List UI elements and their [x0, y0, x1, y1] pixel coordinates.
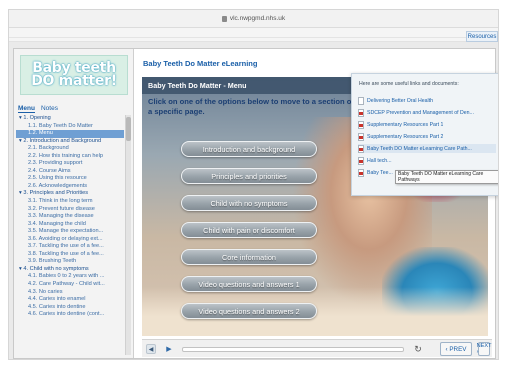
menu-item-1-1[interactable]: 1.1. Baby Teeth Do Matter — [16, 123, 124, 131]
document-icon — [358, 96, 364, 105]
resource-link[interactable]: Supplementary Resources Part 1 — [358, 120, 496, 129]
resource-label: SDCEP Prevention and Management of Den..… — [367, 109, 474, 116]
menu-item-4-5[interactable]: 4.5. Caries into dentine — [16, 304, 124, 312]
menu-item-3-1[interactable]: 3.1. Think in the long term — [16, 198, 124, 206]
menu-button-pain[interactable]: Child with pain or discomfort — [181, 222, 317, 238]
menu-button-principles[interactable]: Principles and priorities — [181, 168, 317, 184]
pdf-icon — [358, 168, 364, 177]
logo-line-2: DO matter! — [31, 73, 117, 89]
menu-tree: ▾ 1. Opening 1.1. Baby Teeth Do Matter 1… — [16, 115, 124, 355]
resource-label: Baby Tee... — [367, 169, 393, 176]
menu-item-2-3[interactable]: 2.3. Providing support — [16, 160, 124, 168]
pdf-icon — [358, 156, 364, 165]
menu-button-core-info[interactable]: Core information — [181, 249, 317, 265]
resource-link[interactable]: Delivering Better Oral Health — [358, 96, 496, 105]
menu-item-4-1[interactable]: 4.1. Babies 0 to 2 years with ... — [16, 273, 124, 281]
menu-item-4-6[interactable]: 4.6. Caries into dentine (cont... — [16, 311, 124, 319]
next-button[interactable]: NEXT › — [477, 342, 492, 356]
menu-item-1[interactable]: ▾ 1. Opening — [16, 115, 124, 123]
menu-button-label: Principles and priorities — [211, 171, 287, 181]
pdf-icon — [358, 120, 364, 129]
pdf-icon — [358, 144, 364, 153]
resource-tooltip: Baby Teeth DO Matter eLearning Care Path… — [395, 170, 498, 184]
browser-window: vlc.nwpgmd.nhs.uk Baby teeth DO matter! … — [8, 9, 499, 360]
address-bar[interactable]: vlc.nwpgmd.nhs.uk — [9, 10, 498, 28]
menu-item-3-5[interactable]: 3.5. Manage the expectation... — [16, 228, 124, 236]
resource-label: Delivering Better Oral Health — [367, 97, 434, 104]
menu-item-4[interactable]: ▾ 4. Child with no symptoms — [16, 266, 124, 274]
toolbar-strip — [9, 28, 498, 42]
tab-notes[interactable]: Notes — [41, 105, 58, 113]
menu-item-3-6[interactable]: 3.6. Avoiding or delaying ext... — [16, 236, 124, 244]
menu-button-label: Video questions and answers 2 — [198, 306, 300, 316]
pdf-icon — [358, 132, 364, 141]
sidebar-scrollbar[interactable] — [125, 115, 131, 355]
menu-header-title: Baby Teeth Do Matter - Menu — [148, 81, 247, 90]
menu-item-2-2[interactable]: 2.2. How this training can help — [16, 153, 124, 161]
menu-button-video-2[interactable]: Video questions and answers 2 — [181, 303, 317, 319]
resource-link[interactable]: Hall tech... — [358, 156, 496, 165]
pdf-icon — [358, 108, 364, 117]
tab-menu[interactable]: Menu — [18, 105, 35, 113]
resource-link[interactable]: Supplementary Resources Part 2 — [358, 132, 496, 141]
resource-label: Hall tech... — [367, 157, 392, 164]
menu-item-4-2[interactable]: 4.2. Care Pathway - Child wit... — [16, 281, 124, 289]
menu-item-2-5[interactable]: 2.5. Using this resource — [16, 175, 124, 183]
menu-item-2-6[interactable]: 2.6. Acknowledgements — [16, 183, 124, 191]
menu-button-label: Child with pain or discomfort — [203, 225, 295, 235]
lock-icon — [221, 16, 227, 22]
menu-button-label: Video questions and answers 1 — [198, 279, 300, 289]
menu-item-3-4[interactable]: 3.4. Managing the child — [16, 221, 124, 229]
menu-item-4-3[interactable]: 4.3. No caries — [16, 289, 124, 297]
resources-header: Here are some useful links and documents… — [359, 81, 459, 87]
sidebar-tabs: Menu Notes — [18, 105, 58, 113]
menu-item-1-2[interactable]: 1.2. Menu — [16, 130, 124, 138]
menu-item-3-3[interactable]: 3.3. Managing the disease — [16, 213, 124, 221]
resource-label: Baby Teeth DO Matter eLearning Care Path… — [367, 145, 472, 152]
menu-button-no-symptoms[interactable]: Child with no symptoms — [181, 195, 317, 211]
menu-item-2-1[interactable]: 2.1. Background — [16, 145, 124, 153]
reload-icon[interactable]: ↻ — [412, 343, 424, 355]
course-title: Baby Teeth Do Matter eLearning — [143, 59, 258, 68]
menu-item-3-2[interactable]: 3.2. Prevent future disease — [16, 206, 124, 214]
resource-label: Supplementary Resources Part 1 — [367, 121, 444, 128]
sidebar: Baby teeth DO matter! Menu Notes ▾ 1. Op… — [14, 49, 134, 358]
prev-button[interactable]: ‹ PREV — [440, 342, 472, 356]
resources-button[interactable]: Resources — [466, 31, 498, 42]
menu-item-4-4[interactable]: 4.4. Caries into enamel — [16, 296, 124, 304]
menu-item-3-8[interactable]: 3.8. Tackling the use of a fee... — [16, 251, 124, 259]
speaker-icon[interactable]: ◀ — [146, 344, 156, 354]
course-logo: Baby teeth DO matter! — [20, 55, 128, 95]
menu-button-label: Core information — [222, 252, 276, 262]
resource-link[interactable]: Baby Teeth DO Matter eLearning Care Path… — [358, 144, 496, 153]
menu-item-3[interactable]: ▾ 3. Principles and Priorities — [16, 190, 124, 198]
menu-item-2-4[interactable]: 2.4. Course Aims — [16, 168, 124, 176]
menu-item-3-7[interactable]: 3.7. Tackling the use of a fee... — [16, 243, 124, 251]
resource-label: Supplementary Resources Part 2 — [367, 133, 444, 140]
menu-item-2[interactable]: ▾ 2. Introduction and Background — [16, 138, 124, 146]
menu-button-label: Introduction and background — [202, 144, 296, 154]
menu-item-3-9[interactable]: 3.9. Brushing Teeth — [16, 258, 124, 266]
menu-button-introduction[interactable]: Introduction and background — [181, 141, 317, 157]
play-icon[interactable]: ▶ — [164, 344, 174, 354]
url-text: vlc.nwpgmd.nhs.uk — [229, 15, 286, 22]
resource-link[interactable]: SDCEP Prevention and Management of Den..… — [358, 108, 496, 117]
menu-button-video-1[interactable]: Video questions and answers 1 — [181, 276, 317, 292]
scrollbar-thumb[interactable] — [126, 117, 131, 141]
player-controls: ◀ ▶ ↻ ‹ PREV NEXT › — [142, 339, 492, 357]
seek-bar[interactable] — [182, 347, 404, 352]
menu-button-label: Child with no symptoms — [210, 198, 288, 208]
